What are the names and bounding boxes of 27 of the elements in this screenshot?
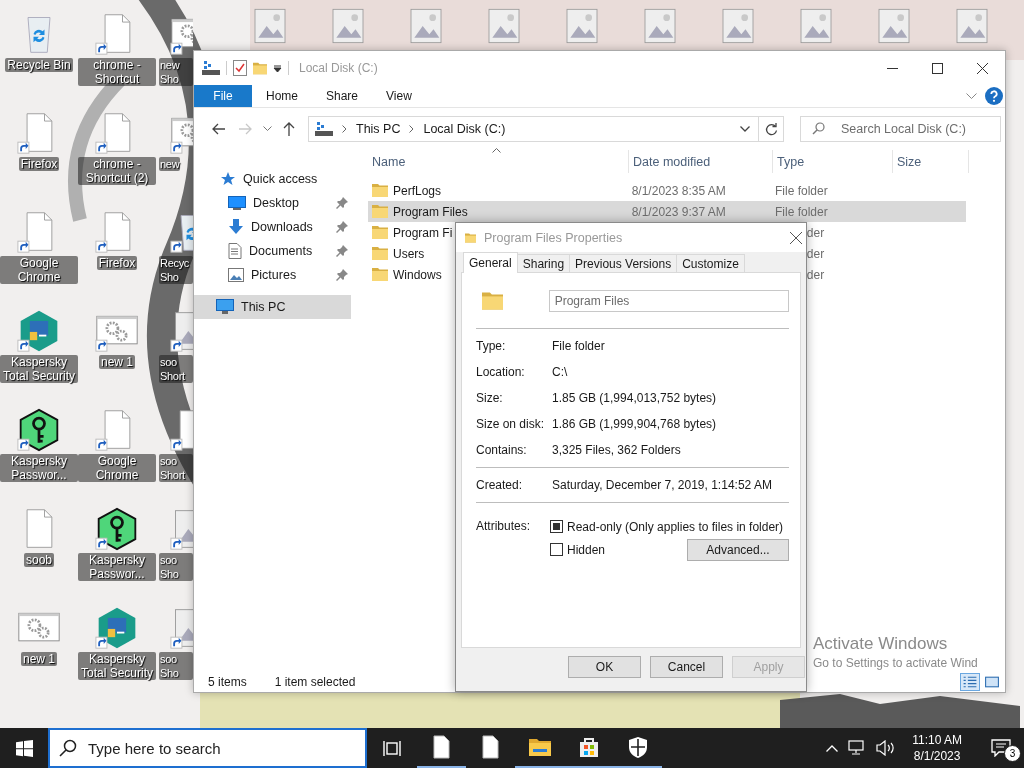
property-label: Created: [476, 478, 524, 492]
property-value: File folder [552, 339, 606, 353]
selection-count: 1 item selected [274, 674, 356, 689]
property-label: Type: [476, 339, 507, 353]
table-cell: der [806, 267, 825, 282]
table-cell: 8/1/2023 8:35 AM [631, 183, 726, 198]
table-cell: File folder [774, 204, 828, 219]
window-title: Local Disk (C:) [299, 61, 378, 75]
dialog-title: Program Files Properties [484, 230, 623, 245]
property-label: Location: [476, 365, 526, 379]
property-label: Attributes: [476, 518, 532, 535]
table-cell: 8/1/2023 9:37 AM [631, 204, 726, 219]
property-value: C:\ [552, 365, 569, 379]
property-label: Size on disk: [476, 417, 546, 431]
property-value: 1.85 GB (1,994,013,752 bytes) [552, 391, 718, 405]
property-label: Size: [476, 391, 504, 405]
table-cell: der [806, 246, 825, 261]
table-cell: der [806, 225, 825, 240]
table-cell: File folder [774, 183, 828, 198]
property-label: Contains: [476, 443, 528, 457]
activation-text: Go to Settings to activate Wind [813, 655, 978, 671]
property-value: 3,325 Files, 362 Folders [552, 443, 682, 457]
property-value: 1.86 GB (1,999,904,768 bytes) [552, 417, 718, 431]
property-value: Saturday, December 7, 2019, 1:14:52 AM [552, 478, 773, 492]
activation-title: Activate Windows [813, 634, 948, 654]
item-count: 5 items [208, 674, 247, 689]
notification-badge: 3 [1004, 745, 1021, 762]
